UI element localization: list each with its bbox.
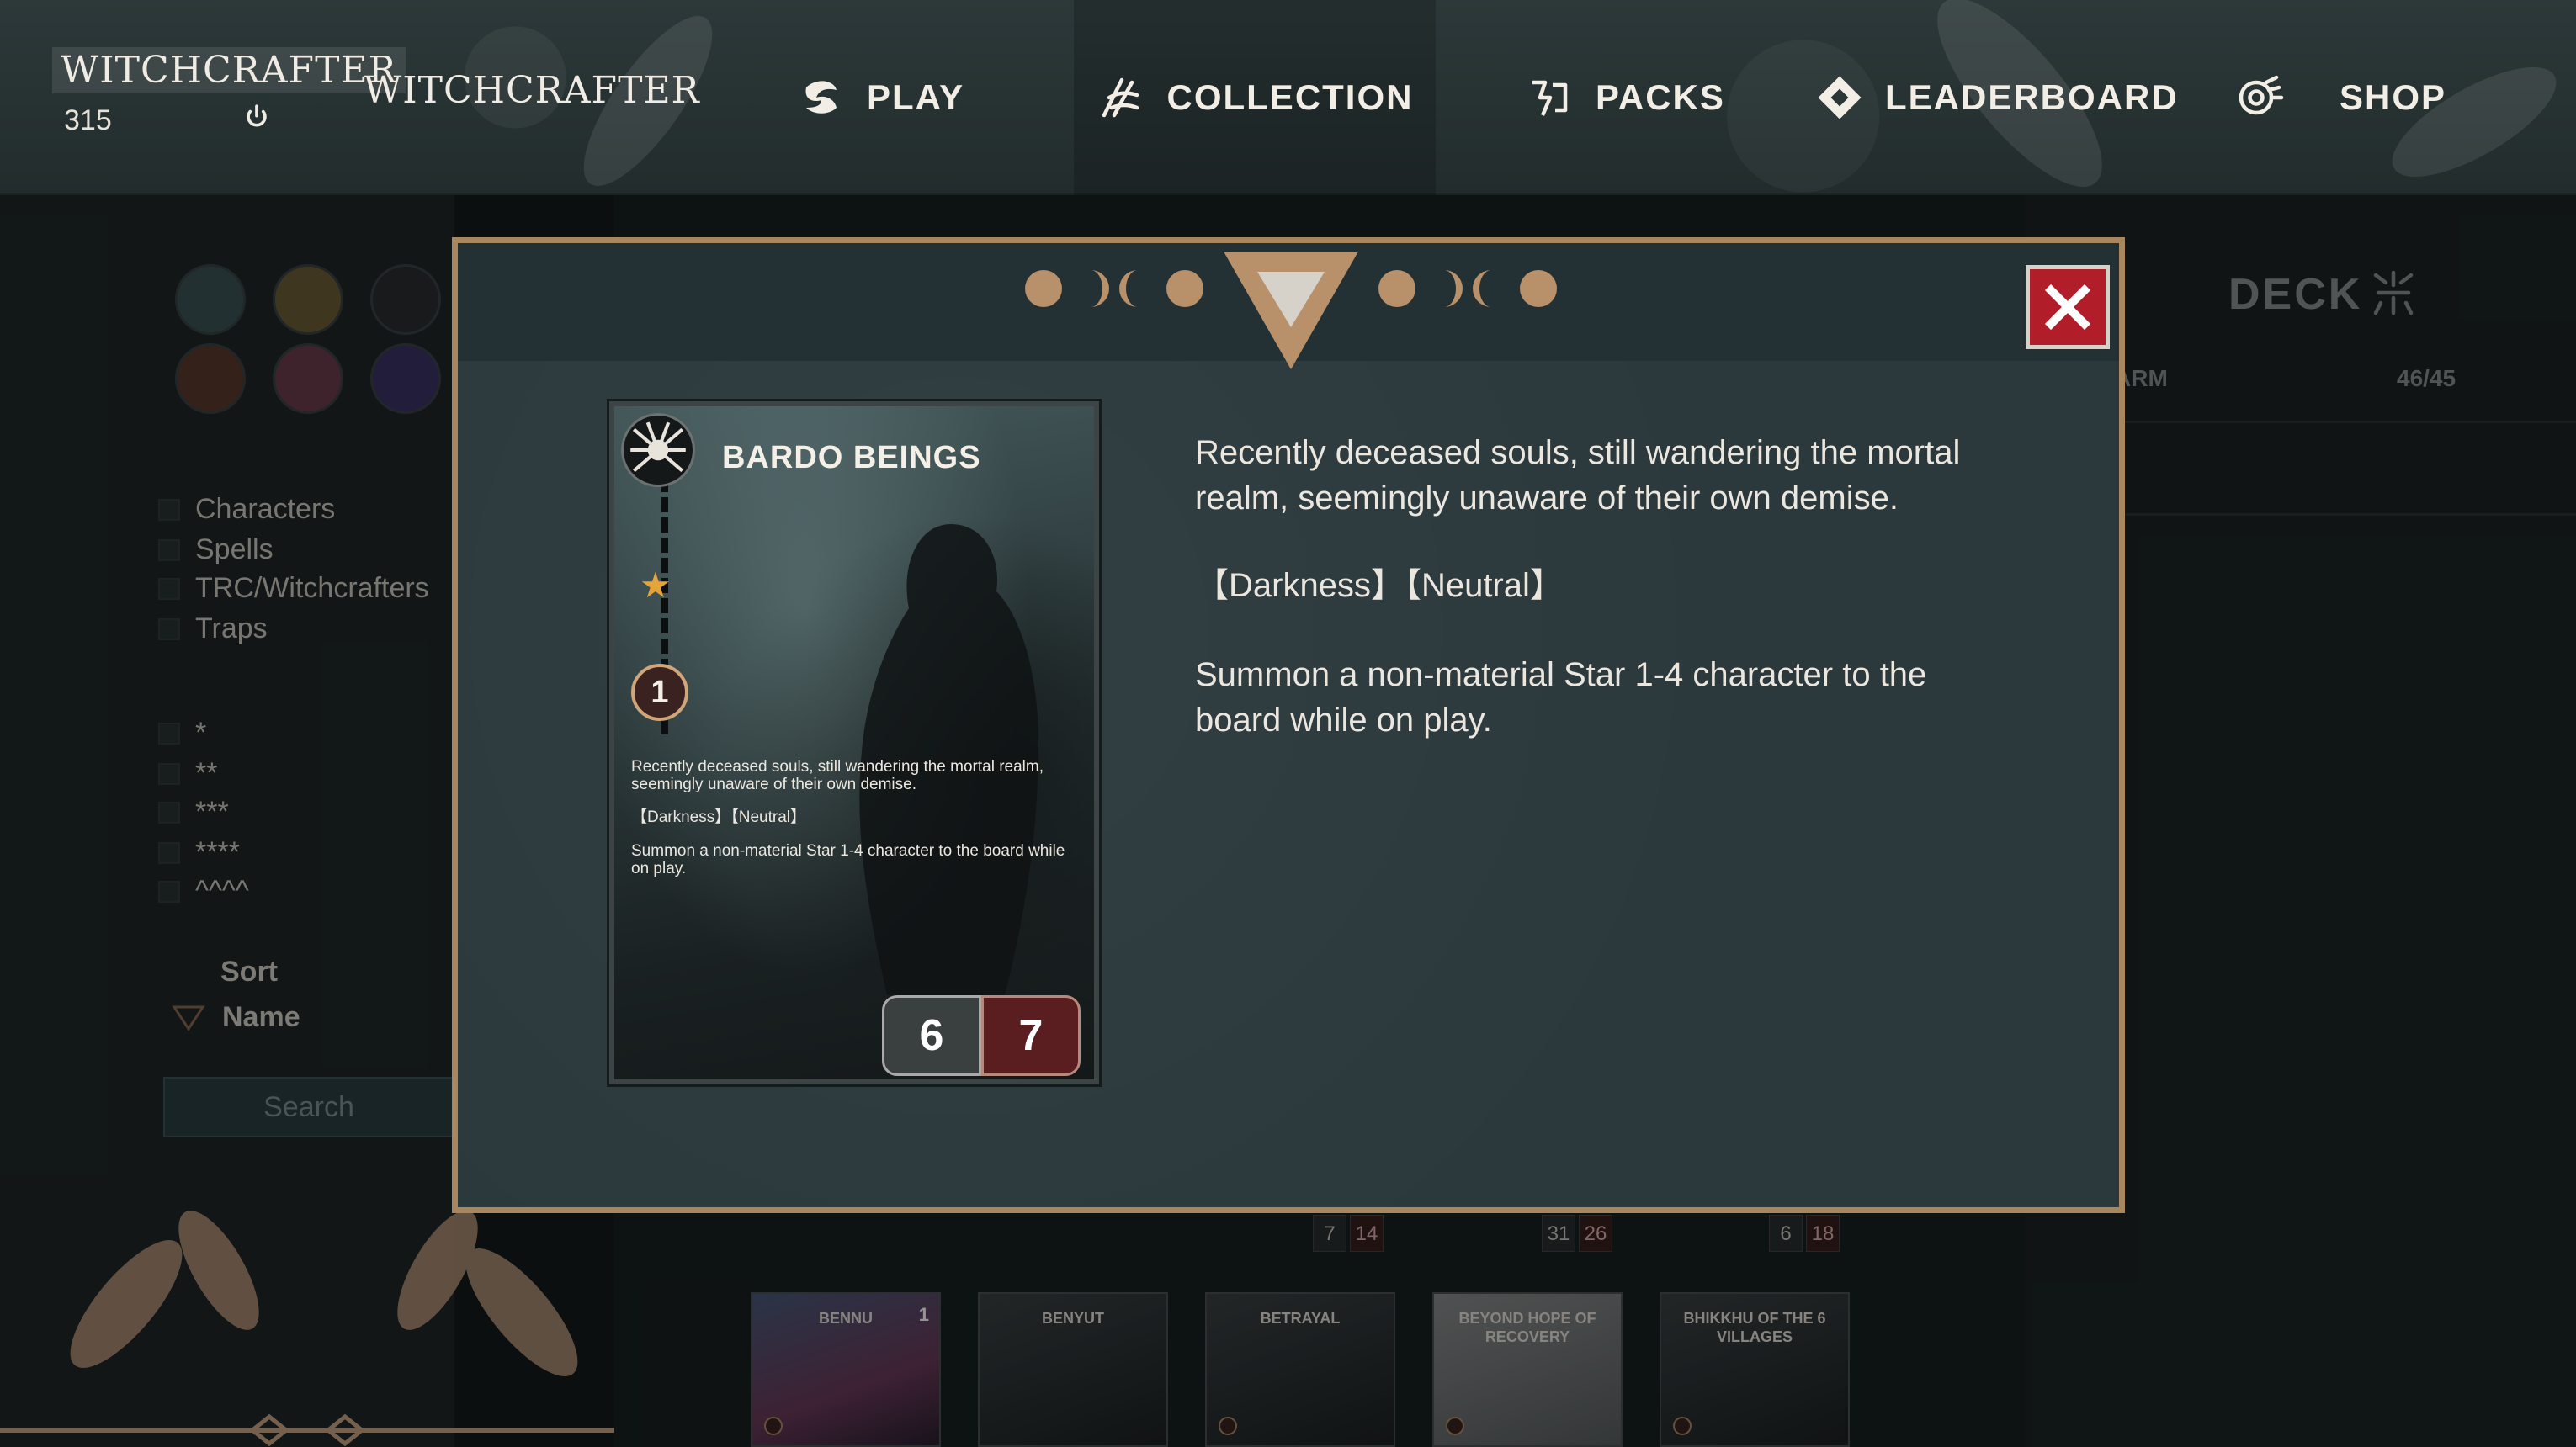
card-detail-modal: BARDO BEINGS ★ 1 Recently deceased souls… [452, 237, 2125, 1213]
card-name: BARDO BEINGS [722, 440, 981, 475]
play-icon [805, 81, 837, 114]
card-effect-text: Summon a non-material Star 1-4 character… [631, 842, 1065, 877]
nav-packs[interactable]: PACKS [1525, 0, 1725, 195]
card-defense: 7 [981, 995, 1081, 1076]
close-button[interactable] [2026, 265, 2110, 349]
detail-flavor-text: Recently deceased souls, still wandering… [1195, 434, 1961, 517]
power-icon[interactable] [242, 103, 271, 131]
card-attack: 6 [882, 995, 981, 1076]
moon-phase-ornament [1025, 252, 1557, 369]
nav-packs-label: PACKS [1596, 77, 1725, 117]
player-points: 315 [64, 104, 112, 136]
card-flavor-text: Recently deceased souls, still wandering… [631, 758, 1044, 793]
card-cost: 1 [631, 664, 688, 721]
player-badge: WITCHCRAFTER 315 [52, 47, 406, 136]
card-tags: 【Darkness】【Neutral】 [631, 808, 806, 826]
nav-leaderboard[interactable]: LEADERBOARD [1814, 0, 2179, 195]
leaderboard-icon [1818, 76, 1862, 119]
nav-shop[interactable]: SHOP [2233, 0, 2446, 195]
username: WITCHCRAFTER [364, 69, 700, 112]
nav-shop-label: SHOP [2340, 77, 2447, 117]
packs-icon [1532, 80, 1568, 116]
shop-icon [2239, 75, 2284, 115]
detail-tags: 【Darkness】【Neutral】 [1195, 567, 1564, 604]
nav-play[interactable]: PLAY [796, 0, 964, 195]
card-preview: BARDO BEINGS ★ 1 Recently deceased souls… [609, 401, 1099, 1084]
nav-leaderboard-label: LEADERBOARD [1885, 77, 2179, 117]
close-icon [2044, 284, 2091, 331]
nav-collection[interactable]: COLLECTION [1074, 0, 1436, 195]
collection-icon [1102, 77, 1139, 118]
star-rating: ★ [640, 565, 672, 605]
detail-effect-text: Summon a non-material Star 1-4 character… [1195, 656, 1927, 739]
spider-faction-icon [621, 413, 695, 487]
top-nav-bar: WITCHCRAFTER 315 WITCHCRAFTER PLAY COLLE… [0, 0, 2576, 195]
chain-art [661, 457, 668, 734]
nav-play-label: PLAY [867, 77, 965, 117]
nav-collection-label: COLLECTION [1166, 77, 1414, 117]
brand-title: WITCHCRAFTER [52, 47, 406, 93]
